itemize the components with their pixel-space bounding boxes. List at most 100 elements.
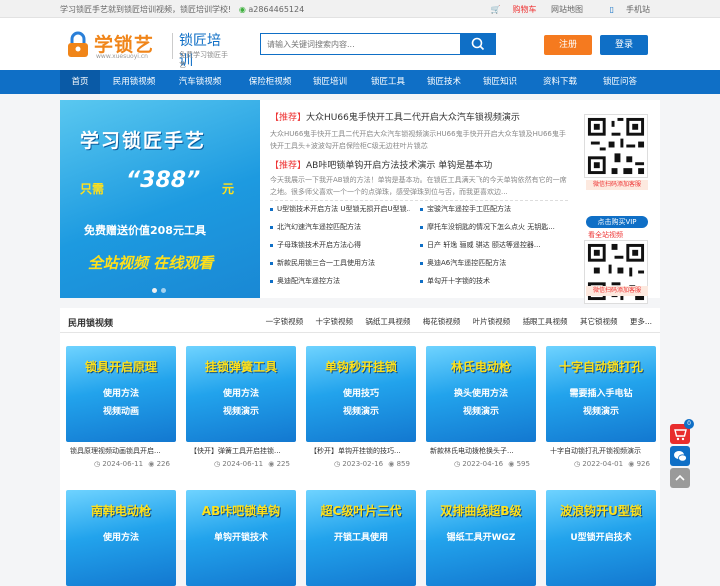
news-list-item[interactable]: 子母珠锁技术开启方法心得 (270, 240, 410, 250)
thumb-caption: 视频演示 (342, 407, 379, 417)
video-thumbnail[interactable]: 单钩秒开挂锁 使用技巧 视频演示 (306, 346, 416, 442)
header: 学锁艺 www.xuesuoyi.cn 锁匠培训 免费学习锁匠手艺 注册 登录 (0, 18, 720, 70)
video-thumbnail[interactable]: 超C级叶片三代 开锁工具使用 (306, 490, 416, 586)
promo-banner[interactable]: 学习锁匠手艺 只需 “388” 元 免费赠送价值208元工具 全站视频 在线观看 (60, 100, 260, 298)
section-tab[interactable]: 一字锁视频 (266, 317, 304, 326)
wechat-icon: ◉ (233, 5, 246, 14)
thumb-subtitle: 使用方法 (102, 533, 139, 543)
news-list-item[interactable]: 新款民用锁三合一工具使用方法 (270, 258, 410, 268)
video-thumbnail[interactable]: AB咔吧锁单钩 单钩开锁技术 (186, 490, 296, 586)
video-thumbnail[interactable]: 波浪钩开U型锁 U型锁开启技术 (546, 490, 656, 586)
qr-code (584, 114, 648, 178)
video-title[interactable]: 十字自动锁打孔开锁视频演示 (550, 446, 654, 456)
mobile-label: 手机站 (626, 5, 650, 14)
section-tab[interactable]: 梅花锁视频 (423, 317, 461, 326)
video-views: 225 (276, 460, 290, 468)
carousel-dot[interactable] (161, 288, 166, 293)
video-date: 2024-06-11 (102, 460, 144, 468)
thumb-subtitle: 需要插入手电钻 (569, 389, 633, 399)
news-list-item[interactable]: 摩托车没钥匙的情况下怎么点火 无钥匙... (420, 222, 560, 232)
eye-icon: ◉ (626, 460, 637, 468)
back-to-top-button[interactable] (670, 468, 690, 488)
thumb-caption: 视频演示 (222, 407, 259, 417)
news-list-item[interactable]: 奥迪配汽车遥控方法 (270, 276, 410, 286)
news-list-item[interactable]: 日产 轩逸 骊威 骐达 颐达等遥控器... (420, 240, 560, 250)
sitemap-link[interactable]: 网站地图 (551, 5, 583, 14)
thumb-title: 挂锁弹簧工具 (204, 360, 277, 374)
news-list-item[interactable]: 北汽幻速汽车遥控匹配方法 (270, 222, 410, 232)
headline-2-text: AB咔吧锁单钩开启方法技术演示 单钩是基本功 (306, 161, 493, 171)
section-tab[interactable]: 叶片锁视频 (473, 317, 511, 326)
civil-lock-section: 民用锁视频 一字锁视频 十字锁视频 锅纸工具视频 梅花锁视频 叶片锁视频 插眼工… (60, 308, 660, 586)
nav-item-civil-lock[interactable]: 民用锁视频 (106, 70, 162, 94)
news-list-item[interactable]: 奥迪A6汽车遥控匹配方法 (420, 258, 560, 268)
logo-url: www.xuesuoyi.cn (96, 53, 148, 60)
video-title[interactable]: 锁具原理视频动画锁具开启... (70, 446, 174, 456)
video-title[interactable]: 【快开】弹簧工具开启挂锁... (190, 446, 294, 456)
login-button[interactable]: 登录 (600, 35, 648, 55)
video-thumbnail[interactable]: 挂锁弹簧工具 使用方法 视频演示 (186, 346, 296, 442)
nav-item-training[interactable]: 锁匠培训 (306, 70, 354, 94)
thumb-caption: 视频动画 (102, 407, 139, 417)
site-logo[interactable]: 学锁艺 www.xuesuoyi.cn 锁匠培训 免费学习锁匠手艺 (64, 27, 234, 69)
video-thumbnail[interactable]: 林氏电动枪 换头使用方法 视频演示 (426, 346, 536, 442)
logo-divider (172, 33, 173, 59)
qr-column: 微信扫码添加客服 点击购买VIP 看全站视频 微信扫码添加客服 (576, 100, 660, 304)
section-tabs: 一字锁视频 十字锁视频 锅纸工具视频 梅花锁视频 叶片锁视频 插眼工具视频 其它… (256, 316, 652, 327)
video-title[interactable]: 【秒开】单钩开挂锁的技巧... (310, 446, 414, 456)
thumb-title: 锁具开启原理 (84, 360, 157, 374)
search-box (260, 33, 496, 55)
thumb-subtitle: U型锁开启技术 (570, 533, 632, 543)
video-thumbnail[interactable]: 锁具开启原理 使用方法 视频动画 (66, 346, 176, 442)
buy-vip-button[interactable]: 点击购买VIP (586, 216, 648, 228)
main-nav: 首页 民用锁视频 汽车锁视频 保险柜视频 锁匠培训 锁匠工具 锁匠技术 锁匠知识… (0, 70, 720, 94)
eye-icon: ◉ (266, 460, 277, 468)
news-list-item[interactable]: 宝骏汽车遥控手工匹配方法 (420, 204, 560, 214)
thumb-caption: 视频演示 (582, 407, 619, 417)
mobile-site-link[interactable]: ▯ 手机站 (598, 5, 650, 14)
search-input[interactable] (260, 33, 460, 55)
featured-block: 学习锁匠手艺 只需 “388” 元 免费赠送价值208元工具 全站视频 在线观看… (60, 100, 660, 304)
news-list-item[interactable]: 单勾开十字锁的技术 (420, 276, 560, 286)
all-videos-link[interactable]: 看全站视频 (588, 230, 623, 240)
section-tab[interactable]: 插眼工具视频 (523, 317, 568, 326)
cart-link[interactable]: 🛒 购物车 (491, 5, 537, 14)
news-list-item[interactable]: U型锁技术开启方法 U型锁无损开启U型锁... (270, 204, 410, 214)
register-button[interactable]: 注册 (544, 35, 592, 55)
section-tab[interactable]: 其它锁视频 (580, 317, 618, 326)
section-tab[interactable]: 锅纸工具视频 (365, 317, 410, 326)
wechat-icon (674, 451, 687, 462)
headline-1-text: 大众HU66鬼手快开工具二代开启大众汽车锁视频演示 (306, 113, 520, 123)
nav-item-car-lock[interactable]: 汽车锁视频 (172, 70, 228, 94)
thumb-title: 林氏电动枪 (450, 360, 511, 374)
headline-2[interactable]: 【推荐】AB咔吧锁单钩开启方法技术演示 单钩是基本功 (270, 158, 492, 171)
nav-item-techniques[interactable]: 锁匠技术 (420, 70, 468, 94)
video-title[interactable]: 新款林氏电动拨枪换头子... (430, 446, 534, 456)
float-wechat-button[interactable] (670, 446, 690, 466)
nav-item-home[interactable]: 首页 (60, 70, 100, 94)
news-panel: 【推荐】大众HU66鬼手快开工具二代开启大众汽车锁视频演示 大众HU66鬼手快开… (270, 100, 570, 298)
nav-item-tools[interactable]: 锁匠工具 (364, 70, 412, 94)
nav-item-safe[interactable]: 保险柜视频 (240, 70, 300, 94)
banner-price: “388” (126, 168, 201, 193)
video-thumbnail[interactable]: 十字自动锁打孔 需要插入手电钻 视频演示 (546, 346, 656, 442)
section-more-link[interactable]: 更多... (630, 317, 652, 326)
thumb-subtitle: 开锁工具使用 (333, 533, 388, 543)
section-tab[interactable]: 十字锁视频 (316, 317, 354, 326)
top-bar-right: 🛒 购物车 网站地图 ▯ 手机站 (479, 4, 650, 15)
video-thumbnail[interactable]: 南韩电动枪 使用方法 (66, 490, 176, 586)
headline-2-summary: 今天我展示一下我开AB锁的方法！单钩是基本功。在锁匠工具满天飞的今天单钩依然有它… (270, 176, 567, 196)
qr-tip: 微信扫码添加客服 (586, 286, 648, 296)
nav-item-qa[interactable]: 锁匠问答 (596, 70, 644, 94)
thumb-title: AB咔吧锁单钩 (201, 504, 281, 518)
video-thumbnail[interactable]: 双排曲线超B级 锡纸工具开WGZ (426, 490, 536, 586)
headline-1[interactable]: 【推荐】大众HU66鬼手快开工具二代开启大众汽车锁视频演示 (270, 110, 520, 123)
nav-item-downloads[interactable]: 资料下载 (536, 70, 584, 94)
section-title[interactable]: 民用锁视频 (68, 316, 113, 329)
wechat-id: a2864465124 (248, 5, 305, 14)
search-button[interactable] (460, 33, 496, 55)
headline-1-summary: 大众HU66鬼手快开工具二代开启大众汽车锁视频演示HU66鬼手快开开启大众车锁及… (270, 130, 566, 150)
carousel-dot[interactable] (152, 288, 157, 293)
nav-item-knowledge[interactable]: 锁匠知识 (476, 70, 524, 94)
cart-count-badge: 0 (684, 419, 694, 429)
